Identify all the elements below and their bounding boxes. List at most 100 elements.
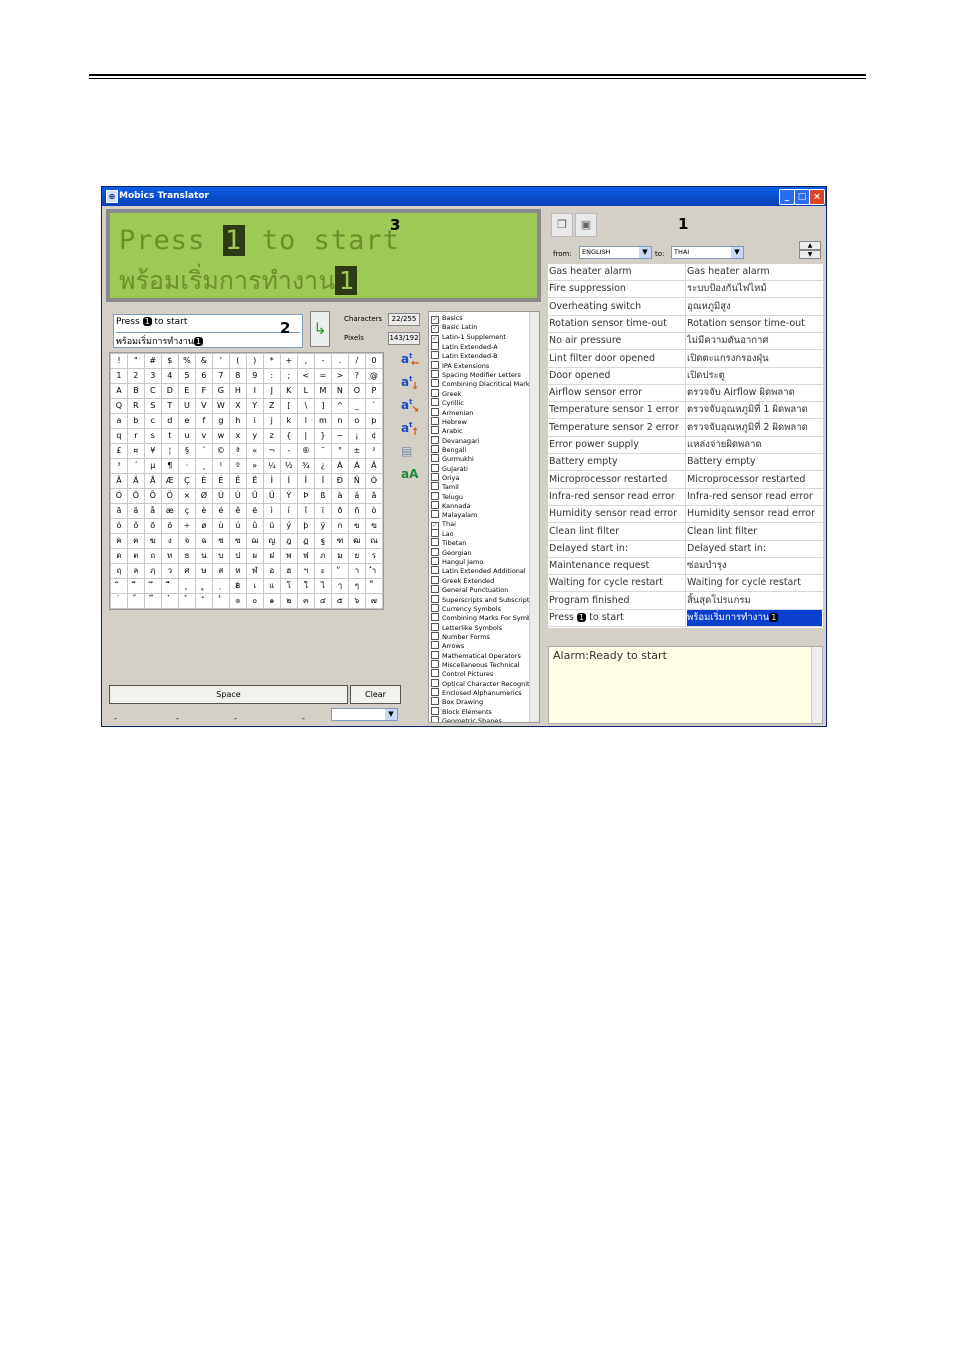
unicode-block-item[interactable]: Geometric Shapes [431,716,502,722]
char-cell[interactable]: Y [245,398,264,414]
char-cell[interactable]: 5 [177,368,196,384]
char-cell[interactable]: เ [245,578,264,594]
char-cell[interactable]: s [143,428,162,444]
document-icon[interactable]: ▤ [401,444,423,464]
char-cell[interactable]: ï [313,503,332,519]
char-cell[interactable]: ö [160,518,179,534]
clear-button[interactable]: Clear [350,685,401,704]
source-text-cell[interactable]: Temperature sensor 1 error [549,402,685,418]
unicode-block-item[interactable]: Combining Diacritical Marks [431,379,533,388]
char-cell[interactable]: # [143,353,162,369]
char-cell[interactable]: & [194,353,213,369]
char-cell[interactable]: é [211,503,230,519]
char-cell[interactable]: û [245,518,264,534]
unicode-block-item[interactable]: Spacing Modifier Letters [431,370,521,379]
char-cell[interactable]: 9 [245,368,264,384]
translated-text-cell[interactable]: สิ้นสุดโปรแกรม [687,593,822,609]
char-cell[interactable]: ๗ [364,593,383,609]
char-cell[interactable]: P [364,383,383,399]
char-cell[interactable]: ß [313,488,332,504]
char-cell[interactable]: E [177,383,196,399]
translated-text-cell[interactable]: แหล่งจ่ายผิดพลาด [687,437,822,453]
table-row[interactable]: Microprocessor restarted Microprocessor r… [548,471,823,489]
char-cell[interactable]: ี [126,578,145,594]
char-cell[interactable]: ท [160,548,179,564]
char-cell[interactable]: ม [330,548,349,564]
status-scrollbar[interactable] [811,647,822,723]
char-cell[interactable]: Ó [110,488,128,504]
char-cell[interactable]: ± [347,443,366,459]
char-cell[interactable]: จ [177,533,196,549]
char-cell[interactable]: ๖ [347,593,366,609]
char-cell[interactable]: K [279,383,298,399]
char-cell[interactable]: Ñ [347,473,366,489]
table-row[interactable]: Rotation sensor time-out Rotation sensor … [548,315,823,333]
char-cell[interactable] [364,608,383,609]
unicode-block-item[interactable]: Latin Extended Additional [431,566,526,575]
char-cell[interactable]: ฆ [143,533,162,549]
char-cell[interactable]: ฿ [228,578,247,594]
source-text-cell[interactable]: Maintenance request [549,558,685,574]
source-text-cell[interactable]: Error power supply [549,437,685,453]
char-cell[interactable]: ๔ [313,593,332,609]
table-row[interactable]: Humidity sensor read error Humidity senso… [548,506,823,524]
char-cell[interactable]: ว [160,563,179,579]
char-cell[interactable]: ะ [313,563,332,579]
maximize-button[interactable]: □ [794,189,810,205]
char-cell[interactable]: อ [262,563,281,579]
char-cell[interactable]: F [194,383,213,399]
char-cell[interactable]: ¼ [262,458,281,474]
char-cell[interactable]: î [296,503,315,519]
char-cell[interactable]: A [110,383,128,399]
char-cell[interactable]: ๐ [245,593,264,609]
char-cell[interactable]: 3 [143,368,162,384]
char-cell[interactable]: ª [228,443,247,459]
char-cell[interactable]: บ [211,548,230,564]
unicode-block-item[interactable]: Devanagari [431,435,480,445]
char-cell[interactable]: ล [126,563,145,579]
unicode-block-item[interactable]: Armenian [431,407,473,417]
char-cell[interactable]: Ç [177,473,196,489]
char-cell[interactable]: É [211,473,230,489]
char-cell[interactable]: x [228,428,247,444]
char-cell[interactable]: @ [364,368,383,384]
char-cell[interactable]: ฃ [364,518,383,534]
unicode-block-item[interactable]: Tibetan [431,538,466,547]
table-row-selected[interactable]: Press 1 to start พร้อมเริ่มการทำงาน 1 [548,610,823,627]
char-cell[interactable]: ø [194,518,213,534]
char-cell[interactable]: / [347,353,366,369]
source-text-cell[interactable]: Press 1 to start [549,610,685,626]
char-cell[interactable]: ¯ [313,443,332,459]
source-text-cell[interactable]: Door opened [549,368,685,384]
checkbox-unchecked[interactable] [431,416,439,425]
char-cell[interactable]: « [245,443,264,459]
char-cell[interactable]: Þ [296,488,315,504]
source-text-cell[interactable]: Waiting for cycle restart [549,575,685,591]
char-cell[interactable]: ) [245,353,264,369]
char-cell[interactable]: ³ [110,458,128,474]
char-cell[interactable]: ญ [262,533,281,549]
translated-text-cell[interactable]: อุณหภูมิสูง [687,299,822,315]
char-cell[interactable]: Æ [160,473,179,489]
table-row[interactable]: Airflow sensor error ตรวจจับ Airflow ผิดพ… [548,385,823,403]
char-cell[interactable]: ê [228,503,247,519]
char-cell[interactable]: โ [279,578,298,594]
char-cell[interactable]: a [110,413,128,429]
char-cell[interactable]: j [262,413,281,429]
unicode-block-item[interactable]: Miscellaneous Technical [431,659,519,669]
char-cell[interactable]: ถ [143,548,162,564]
unicode-block-item[interactable]: Tamil [431,482,459,491]
char-cell[interactable]: Ô [126,488,145,504]
char-cell[interactable]: R [126,398,145,414]
char-cell[interactable]: × [177,488,196,504]
char-cell[interactable]: © [211,443,230,459]
char-cell[interactable]: ุ [177,578,196,594]
tool-remove-translation[interactable]: at ↓ [401,375,423,395]
char-cell[interactable]: { [279,428,298,444]
char-cell[interactable]: ฦ [143,563,162,579]
char-cell[interactable]: í [279,503,298,519]
char-cell[interactable]: m [313,413,332,429]
char-cell[interactable]: b [126,413,145,429]
char-cell[interactable]: æ [160,503,179,519]
unicode-block-item[interactable]: ✓ Basic Latin [431,323,477,334]
